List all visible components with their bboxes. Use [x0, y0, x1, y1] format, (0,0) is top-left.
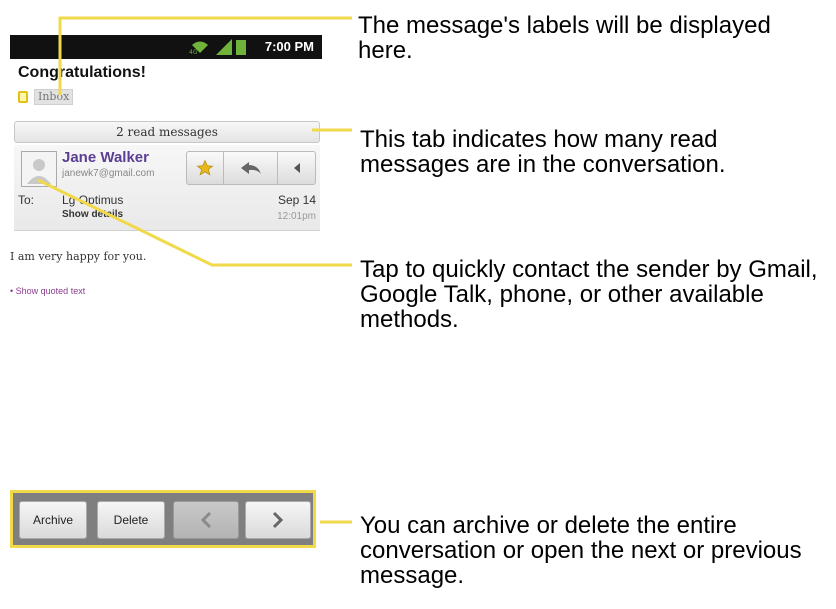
- contact-photo-icon: [22, 152, 56, 186]
- label-tag-icon: [18, 91, 28, 103]
- callout-contact: Tap to quickly contact the sender by Gma…: [360, 256, 818, 333]
- battery-icon: [236, 40, 246, 55]
- callout-labels: The message's labels will be displayed h…: [358, 12, 771, 64]
- reply-button[interactable]: [224, 151, 278, 185]
- previous-message-button[interactable]: [173, 501, 239, 539]
- wifi-icon: 4G: [189, 41, 208, 55]
- callout-archive: You can archive or delete the entire con…: [360, 512, 802, 589]
- triangle-left-icon: [293, 163, 300, 173]
- chevron-right-icon: [272, 511, 284, 529]
- show-details-link[interactable]: Show details: [62, 209, 123, 220]
- status-time: 7:00 PM: [264, 39, 314, 54]
- reply-icon: [240, 162, 261, 174]
- archive-button[interactable]: Archive: [19, 501, 87, 539]
- next-message-button[interactable]: [245, 501, 311, 539]
- callout-tab: This tab indicates how many read message…: [360, 126, 726, 178]
- label-chip-inbox[interactable]: Inbox: [34, 89, 74, 105]
- status-bar: 4G 7:00 PM: [10, 35, 322, 59]
- chevron-left-icon: [200, 511, 212, 529]
- delete-button[interactable]: Delete: [97, 501, 165, 539]
- star-button[interactable]: [186, 151, 224, 185]
- avatar[interactable]: [21, 151, 57, 187]
- to-label: To:: [18, 193, 35, 207]
- signal-icon: [216, 39, 232, 55]
- message-date: Sep 14: [277, 193, 316, 207]
- recipient: Lg Optimus: [62, 193, 124, 207]
- message-header: Jane Walker janewk7@gmail.com To: Lg Opt…: [14, 145, 320, 231]
- svg-text:4G: 4G: [189, 49, 198, 55]
- bottom-action-bar: Archive Delete: [10, 490, 316, 548]
- message-time: 12:01pm: [277, 211, 316, 222]
- sender-name: Jane Walker: [62, 149, 149, 166]
- message-body: I am very happy for you.: [10, 250, 147, 263]
- star-icon: [196, 159, 214, 176]
- message-actions: [186, 151, 316, 185]
- message-subject: Congratulations!: [18, 64, 146, 81]
- show-quoted-text-link[interactable]: • Show quoted text: [10, 286, 85, 296]
- label-row: Inbox: [18, 88, 74, 106]
- more-actions-button[interactable]: [278, 151, 316, 185]
- read-messages-tab[interactable]: 2 read messages: [14, 121, 320, 143]
- sender-email: janewk7@gmail.com: [62, 168, 155, 179]
